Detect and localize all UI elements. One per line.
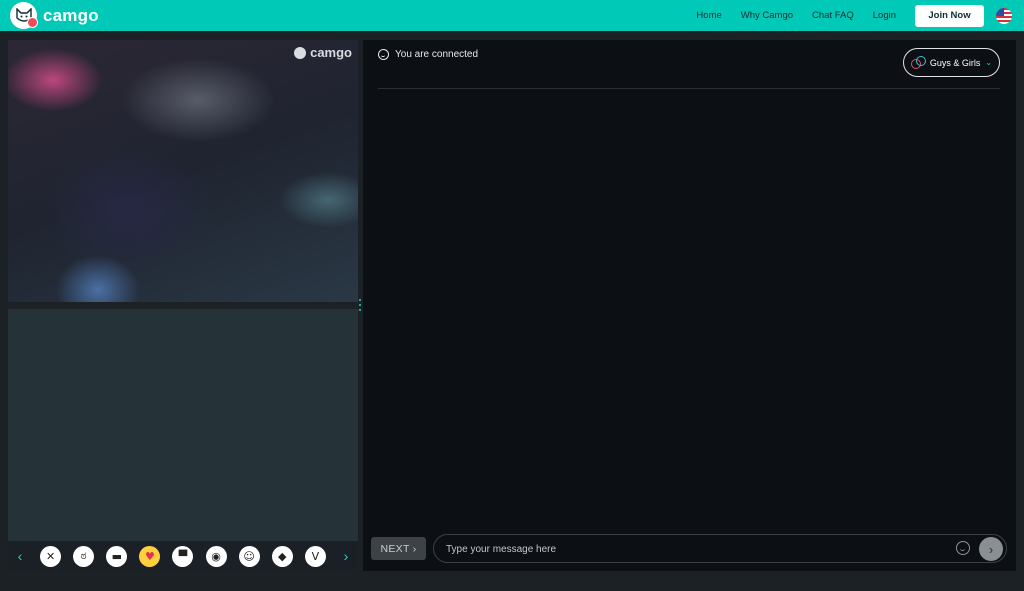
chat-divider (378, 88, 1000, 89)
watermark-text: camgo (310, 45, 352, 60)
local-video (8, 309, 358, 541)
sunglasses-mask-icon[interactable]: ▀ (172, 545, 194, 567)
eye-mask-icon[interactable]: ▬ (106, 545, 128, 567)
top-nav: camgo Home Why Camgo Chat FAQ Login Join… (0, 0, 1024, 31)
smile-icon (378, 49, 389, 60)
chevron-down-icon: ⌄ (985, 58, 993, 67)
hood-mask-icon[interactable]: ◉ (205, 545, 227, 567)
bald-mask-icon[interactable]: ☺ (238, 545, 260, 567)
message-input[interactable] (444, 539, 948, 560)
camgo-cat-logo-icon (10, 2, 38, 29)
connection-status: You are connected (378, 49, 478, 60)
message-box: › (433, 534, 1007, 563)
status-text: You are connected (395, 49, 479, 60)
mask-selector: ‹ ✕ ಠ ▬ ♥ ▀ ◉ ☺ ◆ V › (8, 541, 358, 571)
anonymous-mask-icon[interactable]: ಠ (73, 545, 95, 567)
camgo-watermark-icon (294, 46, 307, 59)
emoji-icon[interactable] (956, 541, 970, 555)
chat-panel: You are connected Guys & Girls ⌄ NEXT › … (363, 40, 1016, 571)
video-watermark: camgo (294, 45, 352, 60)
nav-link-login[interactable]: Login (873, 10, 896, 21)
next-button[interactable]: NEXT › (371, 537, 426, 560)
mask-prev-icon[interactable]: ‹ (12, 548, 28, 564)
mask-next-icon[interactable]: › (338, 548, 354, 564)
brand-name: camgo (43, 5, 99, 25)
bunny-mask-icon[interactable]: V (304, 545, 326, 567)
brand[interactable]: camgo (10, 2, 99, 29)
nav-menu: Home Why Camgo Chat FAQ Login Join Now (696, 0, 1024, 31)
nav-link-home[interactable]: Home (696, 10, 721, 21)
gender-filter-label: Guys & Girls (929, 57, 981, 68)
love-emoji-mask-icon[interactable]: ♥ (139, 545, 161, 567)
send-arrow-icon[interactable]: › (979, 537, 1003, 561)
remote-video: camgo (8, 40, 358, 302)
nav-link-why-camgo[interactable]: Why Camgo (741, 10, 793, 21)
gender-filter-button[interactable]: Guys & Girls ⌄ (903, 48, 1000, 77)
us-flag-icon[interactable] (996, 7, 1012, 24)
gender-icon (910, 55, 926, 70)
live-dot (27, 17, 38, 28)
resize-handle[interactable] (358, 299, 362, 311)
cat-mask-icon[interactable]: ◆ (271, 545, 293, 567)
join-now-button[interactable]: Join Now (915, 4, 984, 27)
none-mask-icon[interactable]: ✕ (40, 545, 62, 567)
nav-link-chat-faq[interactable]: Chat FAQ (812, 10, 854, 21)
